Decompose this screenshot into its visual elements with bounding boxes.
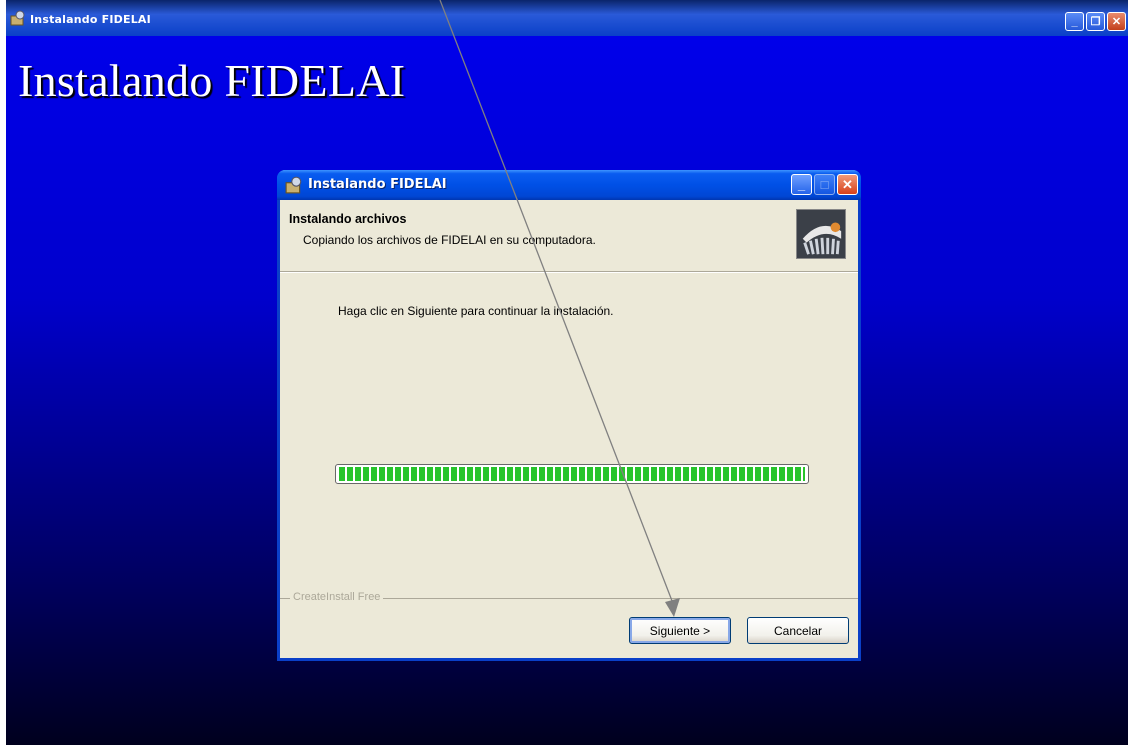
progress-bar: [335, 464, 809, 484]
outer-title-bar: Instalando FIDELAI _ ❐ ✕: [6, 0, 1128, 36]
next-button-label: Siguiente >: [649, 623, 711, 638]
step-subtitle: Copiando los archivos de FIDELAI en su c…: [303, 233, 596, 247]
banner-heading: Instalando FIDELAI: [18, 55, 406, 106]
close-icon[interactable]: ✕: [1107, 12, 1126, 31]
installer-app-icon: [285, 176, 302, 194]
restore-icon[interactable]: ❐: [1086, 12, 1105, 31]
dialog-title-bar[interactable]: Instalando FIDELAI _ □ ✕: [277, 170, 861, 200]
dialog-header: Instalando archivos Copiando los archivo…: [280, 200, 858, 270]
setup-logo-icon: [796, 209, 846, 259]
close-icon[interactable]: ✕: [837, 174, 858, 195]
minimize-icon[interactable]: _: [791, 174, 812, 195]
instruction-text: Haga clic en Siguiente para continuar la…: [338, 304, 614, 318]
header-separator: [280, 271, 858, 273]
installer-dialog: Instalando FIDELAI _ □ ✕ Instalando arch…: [277, 170, 861, 661]
next-button[interactable]: Siguiente >: [629, 617, 731, 644]
cancel-button-label: Cancelar: [773, 623, 823, 638]
brand-label: CreateInstall Free: [290, 591, 384, 603]
dialog-title: Instalando FIDELAI: [308, 177, 447, 192]
installer-app-icon: [10, 10, 25, 26]
step-title: Instalando archivos: [289, 212, 407, 226]
outer-window-title: Instalando FIDELAI: [30, 13, 151, 26]
cancel-button[interactable]: Cancelar: [747, 617, 849, 644]
maximize-icon: □: [814, 174, 835, 195]
minimize-icon[interactable]: _: [1065, 12, 1084, 31]
progress-fill: [339, 467, 805, 481]
